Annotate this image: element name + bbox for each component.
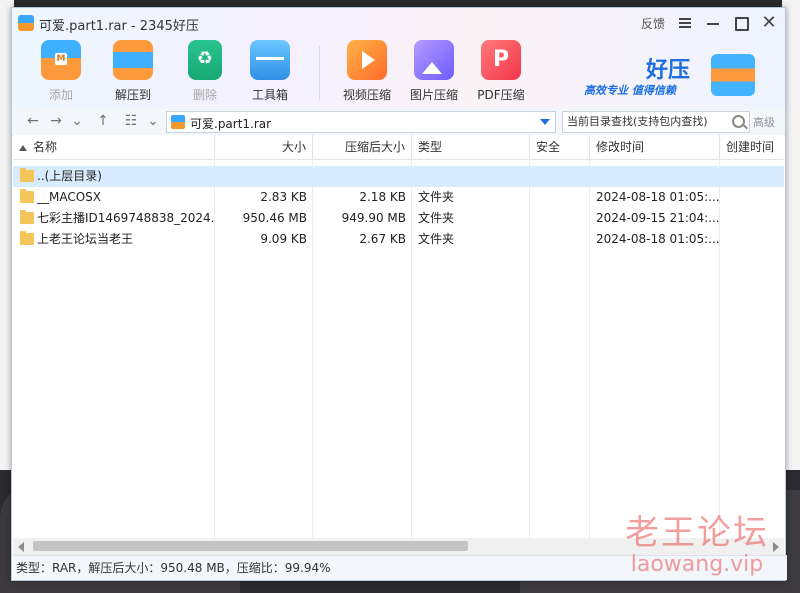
image-compress-label: 图片压缩: [409, 88, 458, 102]
extract-label: 解压到: [114, 88, 151, 102]
feedback-link[interactable]: 反馈: [641, 15, 665, 32]
table-row[interactable]: 七彩主播ID1469748838_2024... 950.46 MB 949.9…: [13, 208, 784, 229]
column-packed-size[interactable]: 压缩后大小: [313, 135, 412, 159]
row-modified: 2024-08-18 01:05:...: [596, 232, 720, 246]
table-row-parent-dir[interactable]: ..(上层目录): [13, 166, 784, 187]
window-title: 可爱.part1.rar - 2345好压: [39, 19, 199, 34]
title-bar[interactable]: 可爱.part1.rar - 2345好压 反馈 ✕: [12, 8, 785, 38]
extract-icon: [113, 40, 153, 80]
delete-label: 删除: [192, 88, 217, 102]
row-modified: 2024-08-18 01:05:...: [596, 190, 720, 204]
window-header: 可爱.part1.rar - 2345好压 反馈 ✕ 添加 解压到 删除: [12, 8, 785, 108]
table-row[interactable]: __MACOSX 2.83 KB 2.18 KB 文件夹 2024-08-18 …: [13, 187, 784, 208]
video-compress-label: 视频压缩: [342, 88, 391, 102]
main-toolbar: 添加 解压到 删除 工具箱 视频压缩 图片压缩: [12, 38, 785, 108]
add-button[interactable]: 添加: [28, 40, 94, 103]
toolbox-button[interactable]: 工具箱: [237, 40, 303, 103]
up-arrow-icon[interactable]: ↑: [94, 112, 112, 130]
pdf-compress-icon: [481, 40, 521, 80]
row-modified: 2024-09-15 21:04:...: [596, 211, 720, 225]
image-compress-icon: [414, 40, 454, 80]
row-packed-size: 949.90 MB: [341, 211, 406, 225]
sort-ascending-icon: [19, 144, 27, 151]
column-name-label: 名称: [33, 140, 58, 154]
column-security[interactable]: 安全: [530, 135, 590, 159]
column-size[interactable]: 大小: [215, 135, 313, 159]
toolbox-label: 工具箱: [251, 88, 288, 102]
history-dropdown-icon[interactable]: ⌄: [68, 112, 86, 130]
delete-button[interactable]: 删除: [172, 40, 238, 103]
app-logo-icon: [18, 15, 34, 31]
video-compress-icon: [347, 40, 387, 80]
file-list: 名称 大小 压缩后大小 类型 安全 修改时间 创建时间 ..(上层目录) __M…: [13, 135, 784, 538]
path-dropdown-icon[interactable]: [540, 119, 550, 125]
delete-icon: [188, 40, 222, 80]
forward-arrow-icon[interactable]: →: [47, 112, 65, 130]
maximize-icon[interactable]: [733, 15, 749, 31]
search-icon[interactable]: [732, 115, 745, 128]
column-header: 名称 大小 压缩后大小 类型 安全 修改时间 创建时间: [13, 135, 784, 160]
watermark: 老王论坛 laowang.vip: [612, 505, 782, 577]
row-type: 文件夹: [418, 190, 455, 204]
toolbox-icon: [250, 40, 290, 80]
path-text: 可爱.part1.rar: [190, 117, 272, 131]
pdf-compress-button[interactable]: PDF压缩: [468, 40, 534, 103]
table-row[interactable]: 上老王论坛当老王 9.09 KB 2.67 KB 文件夹 2024-08-18 …: [13, 229, 784, 250]
column-name[interactable]: 名称: [13, 135, 215, 159]
add-archive-icon: [41, 40, 81, 80]
brand-banner: 好压 高效专业 值得信赖: [584, 48, 779, 108]
brand-logo-icon: [711, 54, 755, 96]
row-packed-size: 2.67 KB: [359, 232, 406, 246]
add-label: 添加: [48, 88, 73, 102]
row-size: 950.46 MB: [242, 211, 307, 225]
brand-name: 好压: [646, 58, 691, 83]
back-arrow-icon[interactable]: ←: [24, 112, 42, 130]
video-compress-button[interactable]: 视频压缩: [334, 40, 400, 103]
row-name: 上老王论坛当老王: [37, 232, 134, 246]
row-size: 2.83 KB: [260, 190, 307, 204]
column-modified[interactable]: 修改时间: [590, 135, 720, 159]
column-type[interactable]: 类型: [412, 135, 530, 159]
scrollbar-thumb[interactable]: [33, 541, 468, 551]
view-dropdown-icon[interactable]: ⌄: [144, 112, 162, 130]
row-name: __MACOSX: [37, 190, 102, 204]
image-compress-button[interactable]: 图片压缩: [401, 40, 467, 103]
search-input[interactable]: [563, 112, 731, 130]
brand-slogan: 高效专业 值得信赖: [584, 84, 676, 97]
view-mode-icon[interactable]: ☷: [122, 112, 140, 130]
extract-button[interactable]: 解压到: [100, 40, 166, 103]
title-bar-controls: 反馈 ✕: [641, 12, 777, 34]
row-packed-size: 2.18 KB: [359, 190, 406, 204]
row-type: 文件夹: [418, 232, 455, 246]
pdf-compress-label: PDF压缩: [477, 88, 525, 102]
search-field[interactable]: [562, 111, 750, 133]
row-type: 文件夹: [418, 211, 455, 225]
toolbar-divider: [319, 46, 320, 100]
row-size: 9.09 KB: [260, 232, 307, 246]
archive-icon: [171, 115, 185, 129]
scroll-left-icon[interactable]: [18, 542, 24, 552]
menu-icon[interactable]: [677, 15, 693, 31]
advanced-search-link[interactable]: 高级: [753, 114, 775, 130]
archive-window: 可爱.part1.rar - 2345好压 反馈 ✕ 添加 解压到 删除: [11, 7, 787, 581]
minimize-icon[interactable]: [705, 15, 721, 31]
row-name: 七彩主播ID1469748838_2024...: [37, 211, 215, 225]
column-created[interactable]: 创建时间: [720, 135, 784, 159]
navigation-bar: ← → ⌄ ↑ ☷ ⌄ 可爱.part1.rar 高级: [12, 108, 785, 136]
path-bar[interactable]: 可爱.part1.rar: [166, 111, 556, 133]
watermark-title: 老王论坛: [625, 513, 769, 553]
row-name: ..(上层目录): [37, 169, 102, 183]
watermark-url: laowang.vip: [630, 552, 764, 577]
close-icon[interactable]: ✕: [761, 14, 777, 32]
